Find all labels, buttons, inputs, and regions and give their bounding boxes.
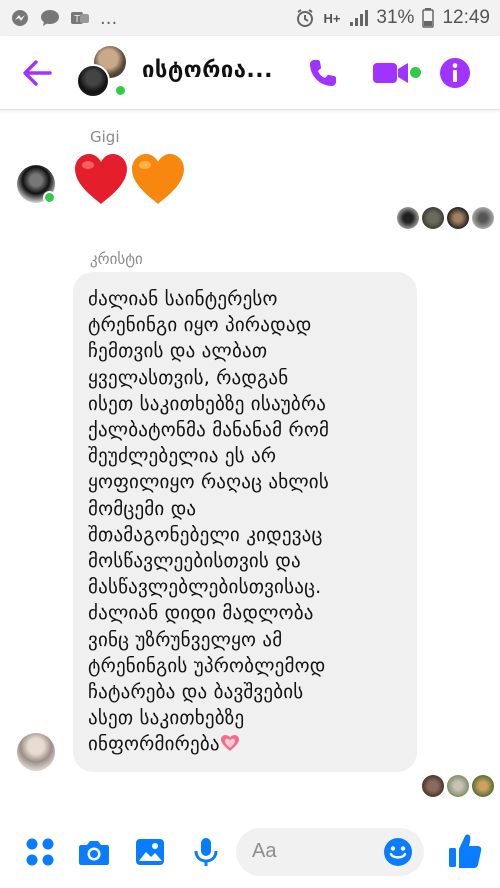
message-line: ყველასთვის, რადგან <box>88 366 289 389</box>
phone-icon[interactable] <box>305 55 341 91</box>
message-input[interactable]: Aa <box>236 828 424 876</box>
teams-notification-icon: T <box>71 12 89 25</box>
avatar <box>422 207 444 229</box>
message-line: ყოფილიყო რაღაც ახლის <box>88 471 329 494</box>
arrow-left-icon[interactable] <box>20 56 54 90</box>
avatar <box>447 775 469 797</box>
alarm-icon <box>297 9 314 27</box>
message-line: შთამაგონებელი კიდევაც <box>88 523 323 546</box>
avatar <box>397 207 419 229</box>
message-line: მოსწავლეებისთვის და <box>88 550 301 573</box>
signal-icon <box>350 10 369 26</box>
battery-percent: 31% <box>376 7 415 28</box>
grid-dots-icon[interactable] <box>23 835 57 869</box>
video-online-indicator <box>410 67 421 78</box>
sender-name: კრისტი <box>90 250 143 268</box>
battery-icon <box>422 8 435 28</box>
notification-icons: T ... <box>10 8 117 29</box>
message-line: ვინც უზრუნველყო ამ <box>88 628 283 651</box>
thumbs-up-icon[interactable] <box>447 832 483 870</box>
composer-bar: Aa <box>0 818 500 888</box>
info-icon[interactable] <box>437 55 473 91</box>
message-line: ჩემთვის და ალბათ <box>88 340 268 363</box>
orange-heart-icon <box>132 154 184 204</box>
avatar <box>472 207 494 229</box>
messenger-notification-icon <box>12 10 28 26</box>
message-line: ინფორმირება <box>88 733 220 756</box>
red-heart-icon <box>75 154 127 204</box>
message-bubble[interactable]: ძალიან საინტერესო ტრენინგი იყო პირადად ჩ… <box>73 272 417 772</box>
avatar <box>422 775 444 797</box>
message-line: ისეთ საკითხებზე ისაუბრა <box>88 392 327 415</box>
chat-header: ისტორია... <box>0 36 500 110</box>
message-line: ასეთ საკითხებზე <box>88 707 245 730</box>
avatar[interactable] <box>17 733 55 771</box>
avatar <box>76 64 110 98</box>
pink-heart-icon <box>220 735 239 752</box>
chat-title[interactable]: ისტორია... <box>142 58 273 83</box>
sender-name: Gigi <box>90 128 120 146</box>
message-line: შეუძლებელია ეს არ <box>88 445 277 468</box>
message-line: მასწავლებლებისთვისაც. <box>88 576 322 599</box>
status-right: H+ 31% 12:49 <box>295 7 490 29</box>
emoji-message[interactable] <box>73 152 188 208</box>
clock: 12:49 <box>442 7 490 28</box>
group-avatar[interactable] <box>76 46 132 102</box>
camera-icon[interactable] <box>77 835 111 869</box>
smiley-icon[interactable] <box>382 836 414 868</box>
message-line: ჩატარება და ბავშვების <box>88 681 304 704</box>
svg-text:T: T <box>74 14 80 25</box>
message-line: ძალიან საინტერესო <box>88 288 278 310</box>
network-type: H+ <box>323 10 341 26</box>
message-line: მომცემი და <box>88 497 197 520</box>
status-bar: T ... H+ 31% 12:49 <box>0 0 500 36</box>
online-indicator <box>43 191 56 204</box>
message-line: ტრენინგი იყო პირადად <box>88 314 312 337</box>
notification-overflow: ... <box>100 7 118 29</box>
message-line: ტრენინგის უპრობლემოდ <box>88 654 326 677</box>
read-receipts <box>397 207 494 229</box>
message-line: ძალიან დიდი მადლობა <box>88 602 314 625</box>
avatar <box>447 207 469 229</box>
message-input-placeholder: Aa <box>252 840 277 862</box>
avatar <box>472 775 494 797</box>
read-receipts <box>422 775 494 797</box>
image-icon[interactable] <box>133 835 167 869</box>
message-line: ქალბატონმა მანანამ რომ <box>88 419 330 442</box>
online-indicator <box>114 84 127 97</box>
video-camera-icon[interactable] <box>372 55 412 91</box>
microphone-icon[interactable] <box>189 835 223 869</box>
message-last-line: ინფორმირება <box>88 731 401 757</box>
message-notification-icon <box>41 10 59 26</box>
